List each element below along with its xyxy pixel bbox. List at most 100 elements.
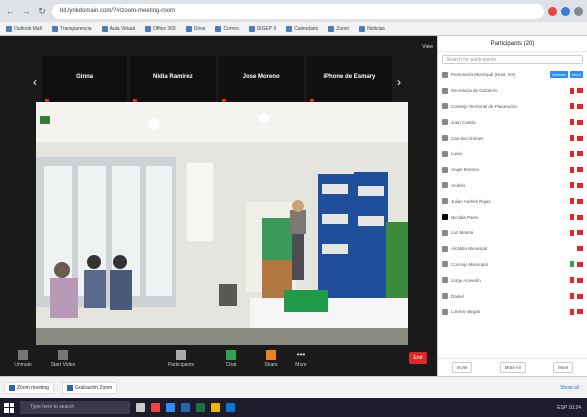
participant-row[interactable]: Personería Municipal (Host, me) Unmute Mo… xyxy=(438,67,587,83)
bookmark[interactable]: Noticias xyxy=(359,25,385,32)
taskbar-search-input[interactable]: Type here to search xyxy=(20,401,130,414)
participants-button[interactable]: Participants xyxy=(164,348,198,374)
video-off-icon xyxy=(577,309,583,315)
file-icon xyxy=(9,384,15,391)
avatar xyxy=(442,119,448,126)
profile-icon[interactable] xyxy=(574,6,583,16)
start-video-button[interactable]: Start Video xyxy=(46,348,80,374)
video-off-icon xyxy=(577,182,583,188)
bookmark[interactable]: Aula Virtual xyxy=(101,25,135,32)
unmute-host-button[interactable]: Unmute xyxy=(549,71,568,79)
download-item[interactable]: Grabación Zoom xyxy=(61,381,118,394)
next-page-icon[interactable]: › xyxy=(392,62,406,102)
avatar xyxy=(442,135,448,142)
show-all-link[interactable]: Show all xyxy=(560,385,579,391)
muted-mic-icon xyxy=(570,150,574,157)
edge-icon[interactable] xyxy=(226,403,235,412)
downloads-bar: Zoom meeting Grabación Zoom Show all xyxy=(0,376,587,398)
end-meeting-button[interactable]: End xyxy=(409,352,427,364)
bookmark[interactable]: Transparencia xyxy=(51,25,92,32)
bookmark[interactable]: Drive xyxy=(185,25,205,32)
muted-mic-icon xyxy=(570,293,574,300)
mic-on-icon xyxy=(570,261,574,268)
panel-more-button[interactable]: More xyxy=(553,362,574,373)
participant-row[interactable]: Juan Camilo xyxy=(438,114,587,130)
word-icon[interactable] xyxy=(181,403,190,412)
avatar xyxy=(442,103,448,110)
microphone-icon xyxy=(18,350,28,360)
participant-row[interactable]: Alcaldía Municipal xyxy=(438,241,587,257)
bookmark-icon xyxy=(215,25,222,32)
bookmark[interactable]: Calendario xyxy=(286,25,318,32)
participant-row[interactable]: Consejo Territorial de Planeación xyxy=(438,99,587,115)
participant-row[interactable]: Lorena Vargas xyxy=(438,304,587,320)
bookmark[interactable]: Office 365 xyxy=(145,25,176,32)
participant-row[interactable]: Concejo Municipal xyxy=(438,257,587,273)
back-icon[interactable]: ← xyxy=(4,5,16,17)
extension-icon[interactable] xyxy=(561,6,570,16)
active-speaker-video[interactable] xyxy=(36,102,408,345)
meeting-room-scene xyxy=(36,102,408,345)
download-item[interactable]: Zoom meeting xyxy=(4,381,54,394)
task-view-icon[interactable] xyxy=(136,403,145,412)
extension-icon[interactable] xyxy=(548,6,557,16)
participant-row[interactable]: Carolina Gómez xyxy=(438,130,587,146)
participant-row[interactable]: Secretaría de Gobierno xyxy=(438,83,587,99)
unmute-button[interactable]: Unmute xyxy=(6,348,40,374)
bookmark-icon xyxy=(286,25,293,32)
muted-mic-icon xyxy=(570,182,574,189)
participants-panel: Participants (20) Search for participant… xyxy=(437,36,587,376)
share-screen-button[interactable]: Share xyxy=(254,348,288,374)
video-off-icon xyxy=(577,214,583,220)
muted-mic-icon xyxy=(570,103,574,110)
invite-button[interactable]: Invite xyxy=(451,362,473,373)
bookmark[interactable]: SIGEP II xyxy=(248,25,276,32)
participant-row[interactable]: Jorge Acevedo xyxy=(438,272,587,288)
participant-row[interactable]: Angie Moreno xyxy=(438,162,587,178)
participant-row[interactable]: Andrés xyxy=(438,178,587,194)
participant-row[interactable]: Daniel xyxy=(438,288,587,304)
participants-icon xyxy=(176,350,186,360)
panel-footer: Invite Mute All More xyxy=(438,358,587,376)
avatar xyxy=(442,150,448,157)
folder-icon[interactable] xyxy=(211,403,220,412)
chrome-icon[interactable] xyxy=(151,403,160,412)
muted-mic-icon xyxy=(570,214,574,221)
zoom-icon[interactable] xyxy=(166,403,175,412)
view-button[interactable]: View xyxy=(422,44,433,50)
mute-all-button[interactable]: Mute All xyxy=(499,362,526,373)
prev-page-icon[interactable]: ‹ xyxy=(28,62,42,102)
bookmark[interactable]: Correo xyxy=(215,25,239,32)
avatar xyxy=(442,214,448,221)
file-icon xyxy=(66,384,73,391)
forward-icon[interactable]: → xyxy=(20,5,32,17)
excel-icon[interactable] xyxy=(196,403,205,412)
system-tray[interactable]: ESP 10:24 xyxy=(557,405,581,411)
participant-row[interactable]: Julian Andrés Rojas xyxy=(438,193,587,209)
windows-taskbar: Type here to search ESP 10:24 xyxy=(0,398,587,417)
chat-icon xyxy=(226,350,236,360)
more-host-button[interactable]: More xyxy=(569,71,583,79)
bookmark[interactable]: Outlook Mail xyxy=(6,25,42,32)
muted-mic-icon xyxy=(570,198,574,205)
participant-row[interactable]: Lucia xyxy=(438,146,587,162)
participant-row[interactable]: Nicolás Parra xyxy=(438,209,587,225)
bookmark[interactable]: Zoom xyxy=(328,25,349,32)
video-tile[interactable]: Ginna xyxy=(42,56,128,108)
more-button[interactable]: ••• More xyxy=(284,348,318,374)
participant-row[interactable]: Luz Marina xyxy=(438,225,587,241)
bookmark-icon xyxy=(185,25,192,32)
video-off-icon xyxy=(577,246,583,252)
video-off-icon xyxy=(577,277,583,283)
windows-start-icon[interactable] xyxy=(4,402,14,413)
video-off-icon xyxy=(577,261,583,267)
reload-icon[interactable]: ↻ xyxy=(36,5,48,17)
bookmark-icon xyxy=(359,25,366,32)
video-tile[interactable]: Nidia Ramirez xyxy=(130,56,216,108)
video-tile[interactable]: iPhone de Esmary xyxy=(306,56,392,108)
video-tile[interactable]: Jose Moreno xyxy=(218,56,304,108)
participant-search-input[interactable]: Search for participants xyxy=(442,55,583,64)
chat-button[interactable]: Chat xyxy=(214,348,248,374)
address-bar[interactable]: bit.lynkdomain.com/?#/zoom-meeting-room xyxy=(52,3,544,19)
avatar xyxy=(442,71,448,78)
